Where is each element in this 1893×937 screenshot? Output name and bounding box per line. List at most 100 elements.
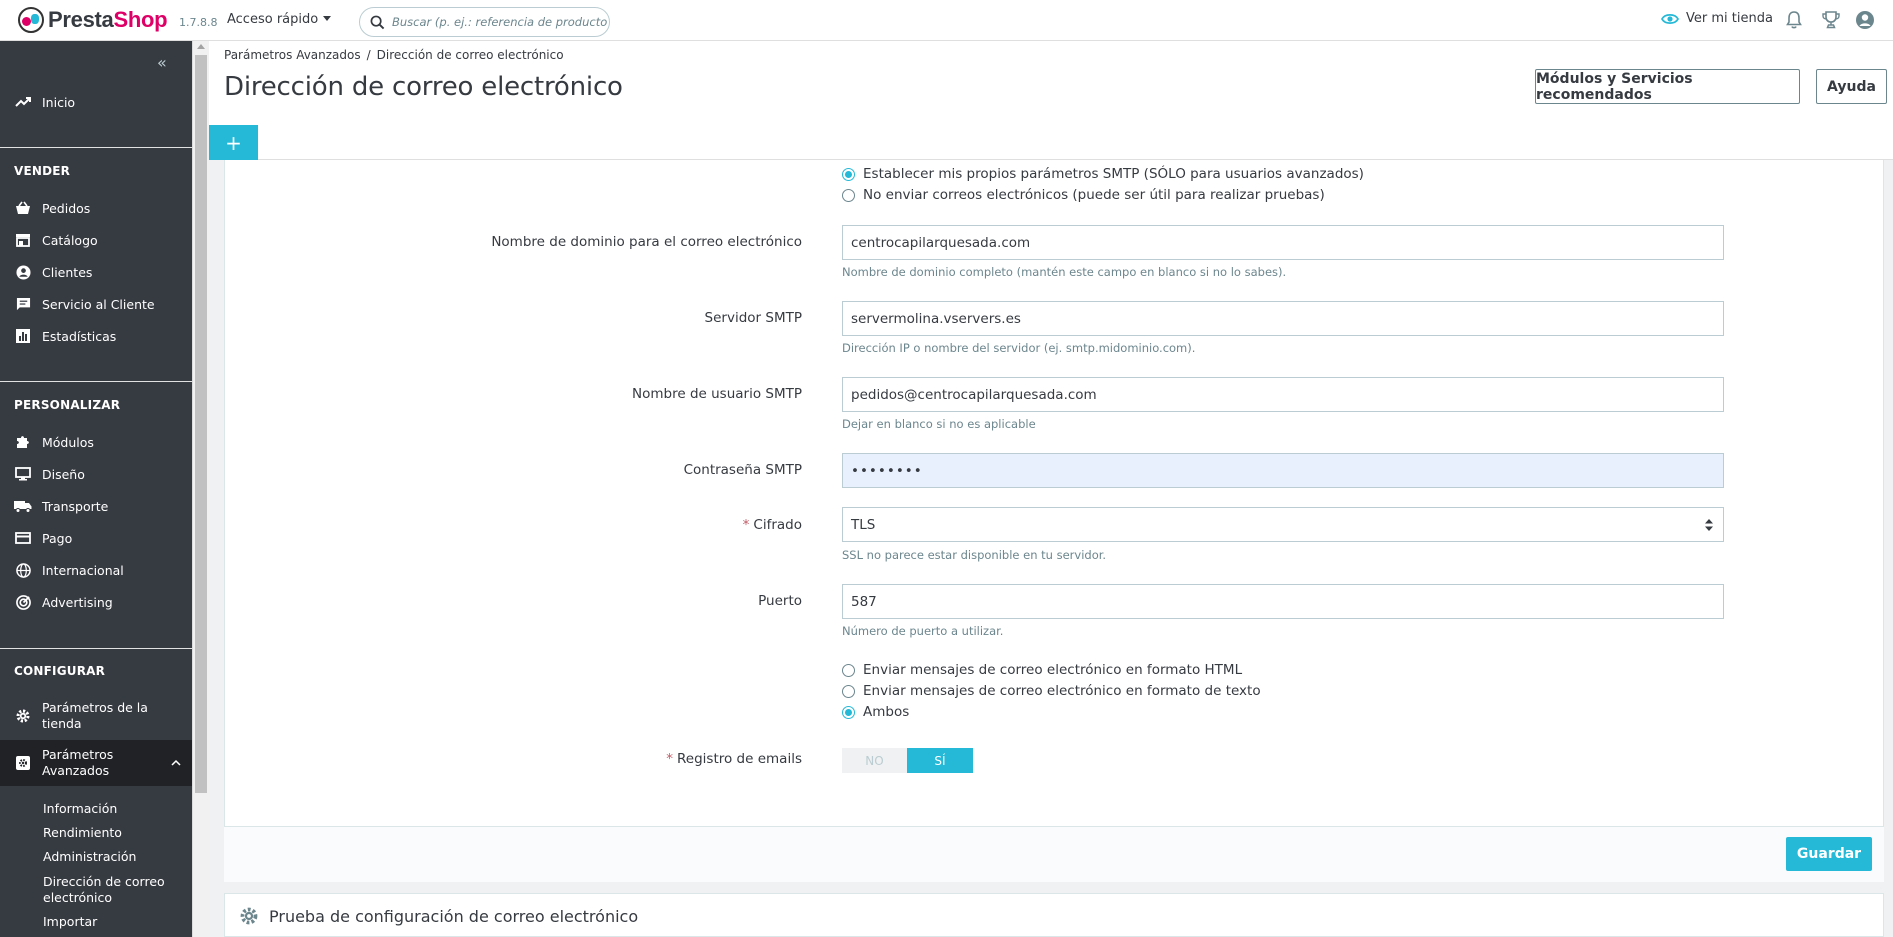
sidebar-item-shipping[interactable]: Transporte [0, 494, 192, 518]
domain-label: Nombre de dominio para el correo electró… [491, 234, 802, 250]
sidebar-subitem-email[interactable]: Dirección de correo electrónico [43, 874, 165, 906]
radio-format-html[interactable]: Enviar mensajes de correo electrónico en… [842, 662, 1242, 678]
shopping-basket-icon [14, 201, 32, 215]
port-help: Número de puerto a utilizar. [842, 624, 1004, 638]
store-icon [14, 233, 32, 247]
smtp-user-help: Dejar en blanco si no es aplicable [842, 417, 1036, 431]
radio-no-email[interactable]: No enviar correos electrónicos (puede se… [842, 187, 1325, 203]
email-test-panel-title: Prueba de configuración de correo electr… [239, 906, 638, 926]
email-log-label: * Registro de emails [666, 751, 802, 767]
sidebar-item-international[interactable]: Internacional [0, 558, 192, 582]
sidebar-item-home[interactable]: Inicio [0, 90, 192, 114]
bell-icon[interactable] [1786, 10, 1802, 30]
breadcrumb: Parámetros Avanzados / Dirección de correo… [224, 48, 564, 62]
radio-format-html-input[interactable] [842, 663, 855, 677]
gear-icon [240, 907, 258, 925]
section-sell: VENDER [14, 164, 71, 178]
caret-down-icon [323, 16, 332, 21]
radio-format-both-input[interactable] [842, 705, 855, 719]
email-log-no[interactable]: NO [842, 748, 907, 773]
port-label: Puerto [758, 593, 802, 609]
encryption-label: * Cifrado [742, 517, 802, 533]
smtp-password-input[interactable]: •••••••• [842, 453, 1724, 488]
search-icon [370, 15, 385, 30]
radio-format-both[interactable]: Ambos [842, 704, 909, 720]
smtp-server-help: Dirección IP o nombre del servidor (ej. … [842, 341, 1196, 355]
help-button[interactable]: Ayuda [1816, 69, 1887, 104]
radio-own-smtp[interactable]: Establecer mis propios parámetros SMTP (… [842, 166, 1364, 182]
email-log-switch[interactable]: NO SÍ [842, 748, 973, 773]
domain-help: Nombre de dominio completo (mantén este … [842, 265, 1287, 279]
scrollbar-thumb[interactable] [195, 55, 207, 793]
email-test-panel: Prueba de configuración de correo electr… [224, 893, 1884, 937]
smtp-user-input[interactable]: pedidos@centrocapilarquesada.com [842, 377, 1724, 412]
breadcrumb-current: Dirección de correo electrónico [376, 48, 564, 62]
smtp-server-input[interactable]: servermolina.vservers.es [842, 301, 1724, 336]
recommended-modules-button[interactable]: Módulos y Servicios recomendados [1535, 69, 1800, 104]
user-account-icon[interactable] [1855, 10, 1875, 30]
eye-icon [1661, 13, 1679, 24]
smtp-user-label: Nombre de usuario SMTP [632, 386, 802, 402]
scroll-up-arrow-icon[interactable] [197, 44, 205, 49]
sidebar-item-catalog[interactable]: Catálogo [0, 228, 192, 252]
chevron-up-icon [171, 759, 181, 766]
encryption-help: SSL no parece estar disponible en tu ser… [842, 548, 1107, 562]
sidebar-subitem-performance[interactable]: Rendimiento [43, 825, 122, 841]
search-input[interactable] [392, 12, 607, 32]
radio-own-smtp-input[interactable] [842, 167, 855, 181]
port-input[interactable]: 587 [842, 584, 1724, 619]
sidebar-item-stats[interactable]: Estadísticas [0, 324, 192, 348]
truck-icon [14, 500, 32, 513]
radio-format-text[interactable]: Enviar mensajes de correo electrónico en… [842, 683, 1261, 699]
trending-up-icon [14, 96, 32, 108]
smtp-server-label: Servidor SMTP [704, 310, 802, 326]
collapse-sidebar-icon[interactable]: « [157, 53, 167, 72]
monitor-icon [14, 467, 32, 481]
quick-access-dropdown[interactable]: Acceso rápido [227, 12, 332, 27]
page-title: Dirección de correo electrónico [224, 72, 623, 102]
panel-footer [224, 826, 1884, 882]
sidebar-item-payment[interactable]: Pago [0, 526, 192, 550]
sidebar-item-orders[interactable]: Pedidos [0, 196, 192, 220]
sidebar-item-advertising[interactable]: Advertising [0, 590, 192, 614]
breadcrumb-parent-link[interactable]: Parámetros Avanzados [224, 48, 361, 62]
top-header: PrestaShop 1.7.8.8 Acceso rápido Ver mi … [0, 0, 1893, 41]
domain-input[interactable]: centrocapilarquesada.com [842, 225, 1724, 260]
credit-card-icon [14, 532, 32, 544]
page-header: Parámetros Avanzados / Dirección de correo… [209, 41, 1893, 160]
sidebar-item-advanced-parameters[interactable]: Parámetros Avanzados [0, 740, 192, 786]
advertising-icon [14, 594, 32, 610]
add-new-tab-button[interactable]: + [209, 125, 258, 160]
radio-format-text-input[interactable] [842, 684, 855, 698]
radio-no-email-input[interactable] [842, 188, 855, 202]
trophy-icon[interactable] [1821, 10, 1841, 30]
section-customize: PERSONALIZAR [14, 398, 121, 412]
sidebar-nav: « Inicio VENDER Pedidos Catálogo Cliente… [0, 41, 192, 937]
encryption-select[interactable]: TLS [842, 507, 1724, 542]
sidebar-subitem-information[interactable]: Información [43, 801, 117, 817]
chat-icon [14, 297, 32, 312]
view-shop-link[interactable]: Ver mi tienda [1661, 11, 1773, 26]
sidebar-item-customers[interactable]: Clientes [0, 260, 192, 284]
sidebar-item-customer-service[interactable]: Servicio al Cliente [0, 292, 192, 316]
sidebar-subitem-administration[interactable]: Administración [43, 849, 136, 865]
sidebar-subitem-import[interactable]: Importar [43, 914, 97, 930]
sidebar-item-design[interactable]: Diseño [0, 462, 192, 486]
sidebar-scrollbar[interactable] [192, 41, 209, 937]
search-box[interactable] [359, 7, 610, 37]
globe-icon [14, 562, 32, 578]
sidebar-item-modules[interactable]: Módulos [0, 430, 192, 454]
settings-box-icon [14, 755, 32, 771]
select-arrows-icon [1705, 519, 1713, 531]
puzzle-icon [14, 434, 32, 450]
prestashop-logo[interactable]: PrestaShop [18, 7, 168, 33]
smtp-password-label: Contraseña SMTP [683, 462, 802, 478]
save-button[interactable]: Guardar [1786, 837, 1872, 871]
bar-chart-icon [14, 329, 32, 343]
prestashop-logo-icon [18, 7, 44, 33]
email-log-yes[interactable]: SÍ [907, 748, 973, 773]
sidebar-item-shop-parameters[interactable]: Parámetros de la tienda [0, 700, 192, 732]
gear-icon [14, 708, 32, 724]
section-configure: CONFIGURAR [14, 664, 106, 678]
account-circle-icon [14, 264, 32, 280]
